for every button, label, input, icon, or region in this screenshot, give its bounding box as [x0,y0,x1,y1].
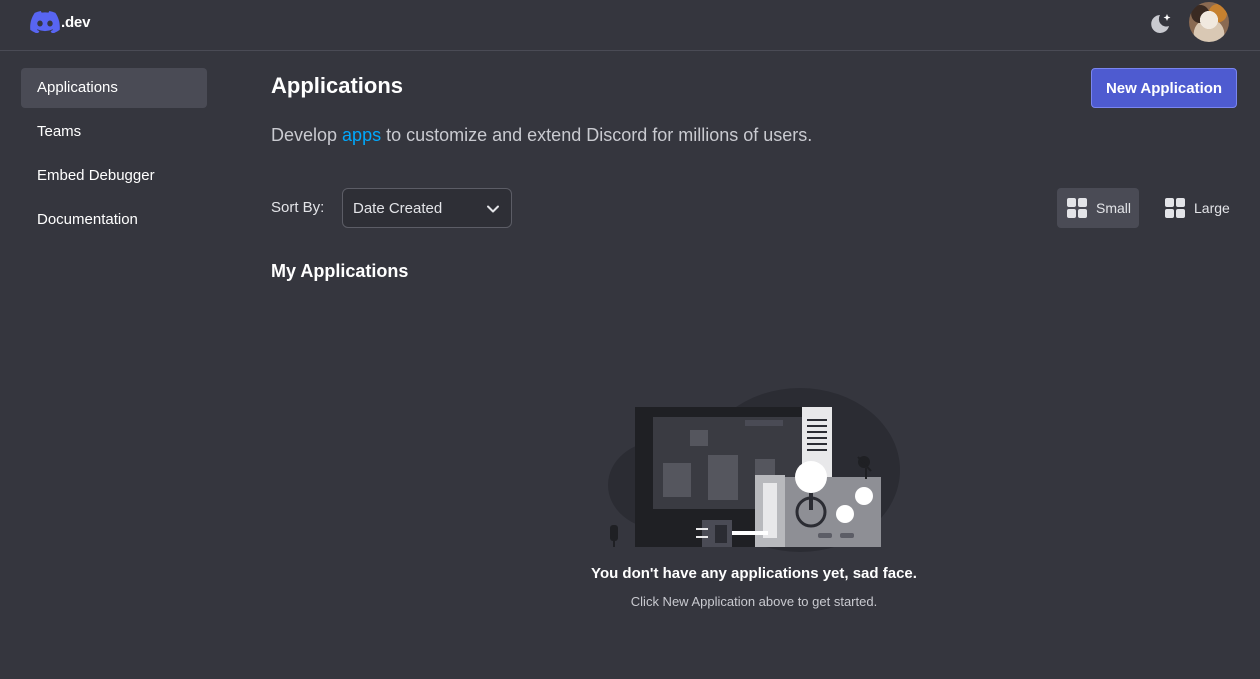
sidebar-item-documentation[interactable]: Documentation [21,200,207,240]
sort-select[interactable]: Date Created [342,188,512,228]
sidebar-item-teams[interactable]: Teams [21,112,207,152]
empty-state-illustration [608,388,900,552]
grid-small-icon [1067,198,1087,218]
page-subtitle: Develop apps to customize and extend Dis… [271,125,812,146]
logo-text: .dev [61,13,91,31]
grid-large-icon [1165,198,1185,218]
empty-state-subtitle: Click New Application above to get start… [630,594,878,609]
avatar[interactable] [1189,2,1229,42]
view-small-label: Small [1096,200,1132,216]
view-large-button[interactable]: Large [1155,188,1237,228]
new-application-button[interactable]: New Application [1091,68,1237,108]
top-bar: .dev [0,0,1260,51]
sort-value: Date Created [353,200,443,217]
subtitle-text-start: Develop [271,125,343,145]
chevron-down-icon [487,205,499,213]
page-title: Applications [271,73,404,98]
moon-sparkle-icon [1151,14,1171,33]
sidebar-item-applications[interactable]: Applications [21,68,207,108]
apps-link[interactable]: apps [342,125,381,145]
logo[interactable]: .dev [30,11,90,33]
empty-state-title: You don't have any applications yet, sad… [591,565,917,582]
view-small-button[interactable]: Small [1057,188,1139,228]
view-large-label: Large [1194,200,1230,216]
discord-logo-icon [30,11,60,33]
sidebar: Applications Teams Embed Debugger Docume… [21,68,207,244]
subtitle-text-end: to customize and extend Discord for mill… [381,125,813,145]
section-title: My Applications [271,261,409,281]
sort-label: Sort By: [271,199,325,216]
sidebar-item-embed-debugger[interactable]: Embed Debugger [21,156,207,196]
theme-toggle[interactable] [1148,11,1174,37]
